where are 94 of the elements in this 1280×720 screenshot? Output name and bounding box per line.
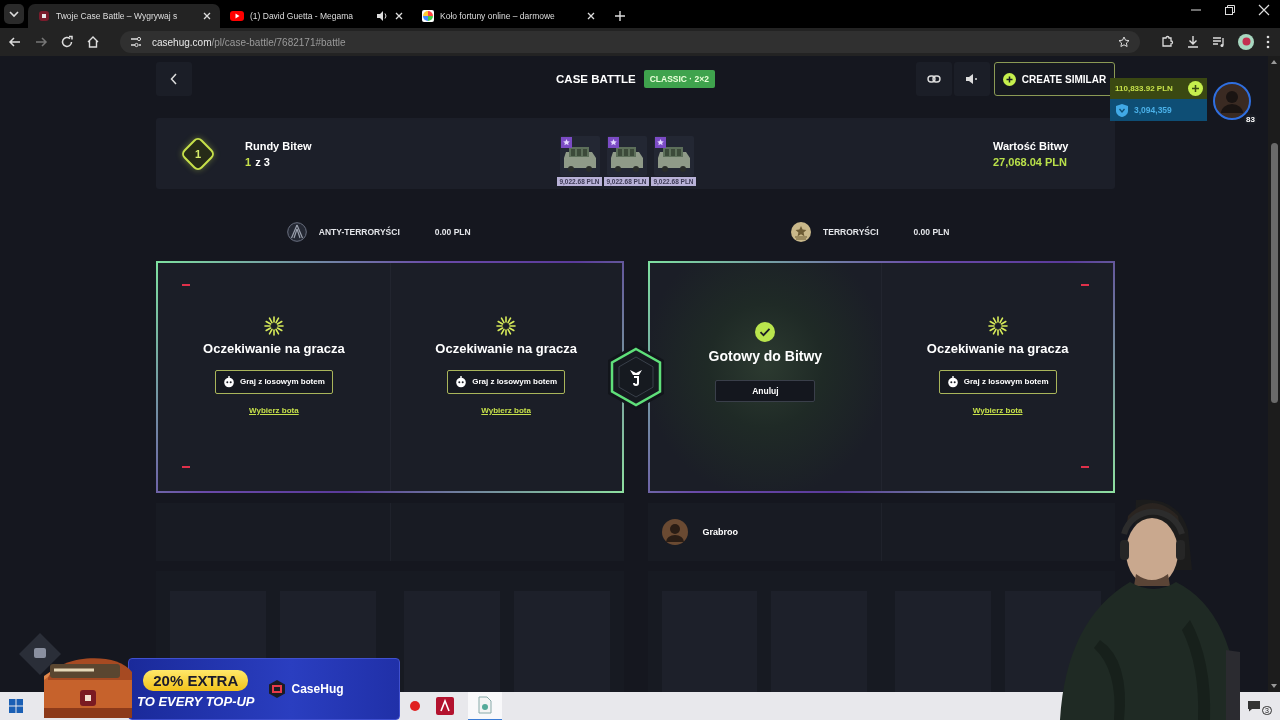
rounds-label: Rundy Bitew: [245, 139, 312, 152]
site-settings-icon: [130, 36, 142, 48]
tab-title: Koło fortuny online – darmowe: [440, 11, 556, 21]
random-bot-button[interactable]: Graj z losowym botem: [214, 369, 333, 394]
t-emblem-icon: [791, 222, 812, 242]
team-name: ANTY-TERRORYŚCI: [318, 227, 400, 237]
page-title: CASE BATTLE: [556, 73, 636, 85]
promo-subline: TO EVERY TOP-UP: [137, 693, 255, 709]
browser-tab[interactable]: (1) David Guetta - Megama: [220, 4, 412, 28]
close-icon[interactable]: [586, 11, 596, 21]
promo-banner[interactable]: 20% EXTRA TO EVERY TOP-UP CaseHug: [128, 658, 400, 720]
site-favicon-icon: [38, 10, 50, 22]
case-icon: [653, 135, 694, 176]
scroll-up-icon: [1270, 59, 1278, 65]
loading-spinner-icon: [987, 315, 1008, 336]
link-icon: [927, 75, 941, 83]
chevron-left-icon: [170, 73, 178, 85]
video-favicon-icon: [230, 11, 244, 21]
profile-avatar-icon[interactable]: [1238, 34, 1254, 50]
slot-status: Oczekiwanie na gracza: [926, 340, 1069, 356]
choose-bot-link[interactable]: Wybierz bota: [972, 405, 1023, 415]
team-name: TERRORYŚCI: [823, 227, 879, 237]
points-amount: 3,094,359: [1134, 105, 1172, 115]
robot-icon: [222, 375, 235, 388]
loading-spinner-icon: [496, 315, 517, 336]
plus-circle-icon: [1002, 72, 1016, 86]
extensions-icon[interactable]: [1160, 35, 1174, 49]
windows-start-icon[interactable]: [9, 699, 23, 713]
loading-spinner-icon: [263, 315, 284, 336]
choose-bot-link[interactable]: Wybierz bota: [481, 405, 531, 415]
corner-mark: [182, 466, 190, 468]
shield-icon: [1116, 103, 1128, 117]
tab-title: Twoje Case Battle – Wygrywaj s: [56, 11, 179, 21]
battle-value-label: Wartość Bitwy: [993, 139, 1070, 152]
slot-status: Oczekiwanie na gracza: [435, 340, 577, 356]
recording-app-icon[interactable]: [408, 699, 422, 713]
scroll-down-icon: [1270, 683, 1278, 689]
random-bot-button[interactable]: Graj z losowym botem: [938, 369, 1057, 394]
current-round: 1: [245, 155, 252, 168]
tab-list-icon[interactable]: [4, 4, 24, 24]
team-total: 0.00 PLN: [913, 227, 950, 237]
document-app-icon[interactable]: [477, 696, 493, 714]
case-icon: [606, 135, 647, 176]
slot-status: Gotowy do Bitwy: [708, 348, 823, 364]
brand-name: CaseHug: [291, 682, 344, 696]
scrollbar-thumb[interactable]: [1270, 143, 1278, 403]
brand-logo-icon: [266, 679, 287, 699]
corner-mark: [182, 284, 190, 286]
promo-headline: 20% EXTRA: [143, 669, 249, 691]
menu-icon[interactable]: [1266, 35, 1270, 49]
robot-icon: [455, 375, 468, 388]
corner-mark: [1081, 284, 1089, 286]
player-name: Grabroo: [702, 527, 738, 537]
chat-bubble-icon: [1247, 700, 1262, 712]
team-total: 0.00 PLN: [434, 227, 471, 237]
mode-badge: CLASSIC · 2×2: [643, 70, 715, 88]
cancel-button[interactable]: Anuluj: [715, 380, 816, 402]
ct-emblem-icon: [286, 222, 307, 242]
add-funds-icon[interactable]: [1188, 81, 1203, 96]
choose-bot-link[interactable]: Wybierz bota: [249, 405, 299, 415]
random-bot-button[interactable]: Graj z losowym botem: [447, 369, 566, 394]
level-badge: 83: [1244, 114, 1257, 125]
speaker-icon: [965, 73, 979, 85]
url-text: casehug.com/pl/case-battle/7682171#battle: [152, 36, 347, 48]
reload-icon[interactable]: [60, 35, 74, 49]
case-icon: [559, 135, 600, 176]
close-icon[interactable]: [202, 11, 212, 21]
robot-icon: [946, 375, 959, 388]
check-circle-icon: [755, 322, 776, 342]
media-control-icon[interactable]: [1212, 35, 1226, 49]
new-tab-icon[interactable]: [614, 10, 626, 22]
share-link-button[interactable]: [916, 62, 952, 96]
battle-value: 27,068.04 PLN: [993, 155, 1068, 168]
player-avatar-icon: [661, 519, 688, 545]
close-icon[interactable]: [394, 11, 404, 21]
tab-title: (1) David Guetta - Megama: [250, 11, 354, 21]
download-icon[interactable]: [1186, 35, 1200, 49]
home-icon[interactable]: [86, 35, 100, 49]
sound-button[interactable]: [954, 62, 990, 96]
browser-tab[interactable]: Twoje Case Battle – Wygrywaj s: [28, 4, 220, 28]
round-total: z 3: [255, 155, 270, 168]
balance-amount: 110,833.92 PLN: [1115, 84, 1173, 93]
address-bar[interactable]: casehug.com/pl/case-battle/7682171#battle: [120, 31, 1140, 53]
corner-mark: [1081, 466, 1089, 468]
back-icon[interactable]: [8, 35, 22, 49]
wheel-favicon-icon: [422, 10, 434, 22]
forward-icon[interactable]: [34, 35, 48, 49]
browser-tab[interactable]: Koło fortuny online – darmowe: [412, 4, 604, 28]
close-icon[interactable]: [1258, 3, 1270, 16]
slot-status: Oczekiwanie na gracza: [203, 340, 345, 356]
app-icon[interactable]: [436, 697, 454, 715]
create-similar-button[interactable]: CREATE SIMILAR: [994, 62, 1115, 96]
bookmark-star-icon[interactable]: [1118, 36, 1130, 48]
restore-icon[interactable]: [1224, 3, 1236, 16]
